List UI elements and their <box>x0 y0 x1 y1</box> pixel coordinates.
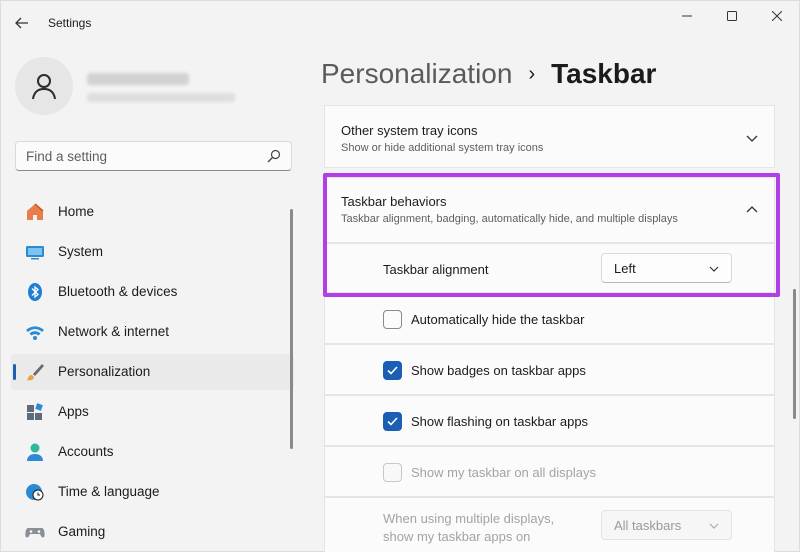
apps-icon <box>27 403 43 420</box>
settings-panel: Other system tray icons Show or hide add… <box>324 105 775 552</box>
multi-display-dropdown[interactable]: All taskbars <box>601 510 732 540</box>
minimize-button[interactable] <box>664 5 710 27</box>
sidebar-scrollbar[interactable] <box>290 209 293 449</box>
sidebar-item-network[interactable]: Network & internet <box>11 314 294 350</box>
sidebar-item-apps[interactable]: Apps <box>11 394 294 430</box>
sidebar-item-label: Home <box>58 204 95 219</box>
paintbrush-icon <box>26 364 44 381</box>
sidebar-item-label: Network & internet <box>58 324 170 339</box>
chevron-down-icon <box>709 266 719 272</box>
row-subtitle: Show or hide additional system tray icon… <box>341 142 544 154</box>
sidebar-item-gaming[interactable]: Gaming <box>11 514 294 550</box>
badges-row: Show badges on taskbar apps <box>324 344 775 395</box>
dropdown-value: All taskbars <box>614 518 682 533</box>
search-box[interactable]: Find a setting <box>15 141 292 171</box>
close-icon <box>772 11 782 21</box>
row-title: Other system tray icons <box>341 123 478 138</box>
home-icon <box>27 203 44 220</box>
search-icon <box>267 149 281 163</box>
row-title: Taskbar behaviors <box>341 194 447 209</box>
row-subtitle: Taskbar alignment, badging, automaticall… <box>341 213 678 225</box>
maximize-button[interactable] <box>709 5 755 27</box>
avatar[interactable] <box>15 57 73 115</box>
sidebar-item-personalization[interactable]: Personalization <box>11 354 294 390</box>
blurred-user-email <box>87 93 235 102</box>
maximize-icon <box>727 11 737 21</box>
title-bar: Settings <box>1 1 800 45</box>
chevron-up-icon[interactable] <box>746 204 758 216</box>
search-input[interactable]: Find a setting <box>26 149 107 164</box>
all-displays-checkbox[interactable] <box>383 463 402 482</box>
autohide-row: Automatically hide the taskbar <box>324 293 775 344</box>
taskbar-alignment-label: Taskbar alignment <box>383 262 489 277</box>
breadcrumb-separator: › <box>528 62 536 85</box>
minimize-icon <box>682 15 692 17</box>
dropdown-value: Left <box>614 261 636 276</box>
window-title: Settings <box>48 16 92 30</box>
sidebar-item-label: Time & language <box>58 484 160 499</box>
main-scrollbar[interactable] <box>793 289 796 419</box>
sidebar-item-bluetooth[interactable]: Bluetooth & devices <box>11 274 294 310</box>
sidebar-item-label: System <box>58 244 104 259</box>
checkmark-icon <box>387 417 398 426</box>
multi-display-label-1: When using multiple displays, <box>383 511 555 526</box>
sidebar-item-label: Personalization <box>58 364 151 379</box>
autohide-checkbox[interactable] <box>383 310 402 329</box>
accounts-icon <box>27 443 43 461</box>
other-tray-icons-row[interactable]: Other system tray icons Show or hide add… <box>324 105 775 168</box>
all-displays-label: Show my taskbar on all displays <box>411 465 596 480</box>
sidebar-item-label: Gaming <box>58 524 106 539</box>
wifi-icon <box>26 326 44 340</box>
blurred-user-name <box>87 73 189 85</box>
settings-window: Settings Find a setting Home System Blue… <box>0 0 800 552</box>
taskbar-alignment-row: Taskbar alignment Left <box>324 243 775 293</box>
bluetooth-icon <box>28 283 42 301</box>
page-title: Taskbar <box>551 58 657 89</box>
globe-clock-icon <box>26 484 44 501</box>
sidebar-item-label: Bluetooth & devices <box>58 284 178 299</box>
breadcrumb-parent[interactable]: Personalization <box>321 58 512 90</box>
gamepad-icon <box>25 528 45 538</box>
sidebar-item-label: Apps <box>58 404 89 419</box>
sidebar-item-time-language[interactable]: Time & language <box>11 474 294 510</box>
taskbar-behaviors-row[interactable]: Taskbar behaviors Taskbar alignment, bad… <box>324 177 775 243</box>
badges-label: Show badges on taskbar apps <box>411 363 586 378</box>
breadcrumb: Personalization › Taskbar <box>321 58 656 90</box>
autohide-label: Automatically hide the taskbar <box>411 312 585 327</box>
sidebar-item-label: Accounts <box>58 444 114 459</box>
sidebar-item-system[interactable]: System <box>11 234 294 270</box>
flashing-row: Show flashing on taskbar apps <box>324 395 775 446</box>
sidebar-item-accounts[interactable]: Accounts <box>11 434 294 470</box>
flashing-label: Show flashing on taskbar apps <box>411 414 589 429</box>
active-indicator <box>13 364 16 380</box>
arrow-left-icon <box>15 17 28 29</box>
chevron-down-icon <box>709 523 719 529</box>
badges-checkbox[interactable] <box>383 361 402 380</box>
sidebar-item-home[interactable]: Home <box>11 194 294 230</box>
all-displays-row: Show my taskbar on all displays <box>324 446 775 497</box>
multi-display-apps-row: When using multiple displays, show my ta… <box>324 497 775 552</box>
chevron-down-icon[interactable] <box>746 132 758 144</box>
user-icon <box>32 74 56 100</box>
flashing-checkbox[interactable] <box>383 412 402 431</box>
close-button[interactable] <box>754 5 800 27</box>
system-icon <box>26 246 44 260</box>
multi-display-label-2: show my taskbar apps on <box>383 529 531 544</box>
back-button[interactable] <box>11 12 33 34</box>
checkmark-icon <box>387 366 398 375</box>
taskbar-alignment-dropdown[interactable]: Left <box>601 253 732 283</box>
